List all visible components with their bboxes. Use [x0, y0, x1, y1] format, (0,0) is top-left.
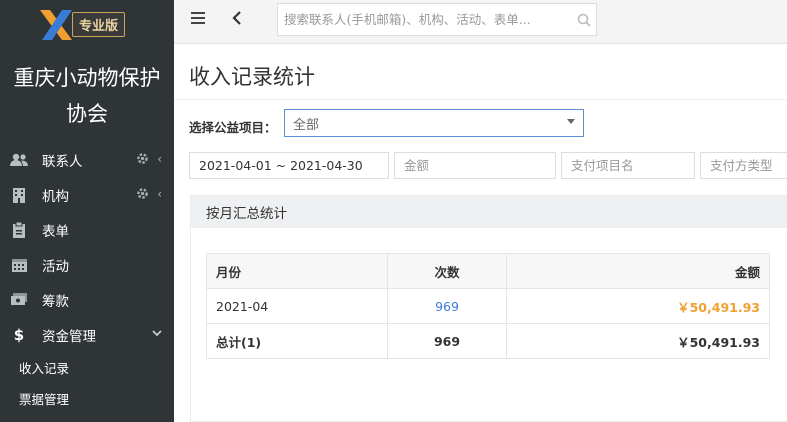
cell-total-count: 969	[387, 323, 507, 359]
gear-icon[interactable]	[136, 187, 149, 203]
project-filter-label: 选择公益项目：	[189, 120, 277, 135]
table-total-row: 总计(1) 969 ￥50,491.93	[206, 323, 770, 359]
project-select[interactable]: 全部	[284, 109, 584, 137]
dropdown-arrow-icon	[567, 119, 575, 124]
column-header-month: 月份	[206, 253, 388, 289]
chevron-left-icon[interactable]: ‹	[157, 152, 162, 168]
gear-icon[interactable]	[136, 152, 149, 168]
sidebar-item-funds[interactable]: $ 资金管理	[0, 317, 174, 352]
sidebar-item-organizations[interactable]: 机构 ‹	[0, 177, 174, 212]
cell-total-label: 总计(1)	[206, 323, 388, 359]
amount-input[interactable]	[404, 158, 555, 173]
sidebar-nav: 联系人 ‹ 机构 ‹ 表单 活动 筹款 $ 资金管理 收入记录 票据管理	[0, 142, 174, 414]
logo-x-icon	[38, 6, 74, 42]
main-content: 收入记录统计 选择公益项目： 全部 2021-04-01 ~ 2021-04-3…	[174, 45, 787, 422]
date-range-value: 2021-04-01 ~ 2021-04-30	[199, 158, 363, 173]
top-bar	[174, 0, 787, 44]
sidebar-item-forms[interactable]: 表单	[0, 212, 174, 247]
edition-badge: 专业版	[72, 11, 126, 37]
cell-month: 2021-04	[206, 288, 388, 324]
cell-amount: ￥50,491.93	[506, 288, 770, 324]
cell-total-amount: ￥50,491.93	[506, 323, 770, 359]
amount-field	[394, 152, 556, 179]
sidebar-item-label: 机构	[42, 188, 69, 205]
panel-title: 按月汇总统计	[191, 196, 787, 228]
sidebar-item-events[interactable]: 活动	[0, 247, 174, 282]
menu-icon[interactable]	[191, 12, 205, 24]
date-range-field[interactable]: 2021-04-01 ~ 2021-04-30	[189, 152, 389, 179]
chevron-left-icon[interactable]	[232, 10, 242, 29]
search-input[interactable]	[278, 4, 572, 35]
org-name: 重庆小动物保护协会	[13, 66, 161, 126]
calendar-icon	[10, 257, 28, 273]
sidebar-item-label: 活动	[42, 258, 69, 275]
summary-table: 月份 次数 金额 2021-04 969 ￥50,491.93 总计(1) 96…	[206, 253, 770, 359]
pay-item-input[interactable]	[571, 158, 694, 173]
sidebar-item-label: 资金管理	[42, 328, 96, 345]
search-icon[interactable]	[572, 13, 596, 27]
logo[interactable]: 专业版	[0, 0, 174, 48]
pay-item-field	[561, 152, 695, 179]
column-header-amount: 金额	[506, 253, 770, 289]
sidebar-item-label: 联系人	[42, 153, 83, 170]
dollar-icon: $	[13, 325, 25, 344]
contacts-icon	[10, 152, 28, 168]
money-icon	[10, 292, 28, 308]
search-box	[277, 3, 597, 36]
page-title: 收入记录统计	[189, 65, 315, 89]
monthly-summary-panel: 按月汇总统计 月份 次数 金额 2021-04 969 ￥50,491.93 总…	[190, 195, 787, 422]
clipboard-icon	[10, 221, 28, 238]
sidebar-item-contacts[interactable]: 联系人 ‹	[0, 142, 174, 177]
project-select-value: 全部	[293, 117, 320, 133]
pay-type-field	[700, 152, 787, 179]
divider	[174, 99, 787, 100]
sidebar-subitem-income-records[interactable]: 收入记录	[0, 352, 174, 383]
table-header-row: 月份 次数 金额	[206, 253, 770, 289]
building-icon	[10, 187, 28, 203]
sidebar: 专业版 重庆小动物保护协会 联系人 ‹ 机构 ‹ 表单 活动 筹款 $ 资金管理…	[0, 0, 174, 422]
sidebar-item-label: 表单	[42, 223, 69, 240]
sidebar-item-fundraising[interactable]: 筹款	[0, 282, 174, 317]
chevron-left-icon[interactable]: ‹	[157, 187, 162, 203]
table-row: 2021-04 969 ￥50,491.93	[206, 288, 770, 324]
sidebar-subitem-receipt-management[interactable]: 票据管理	[0, 383, 174, 414]
sidebar-item-label: 筹款	[42, 293, 69, 310]
chevron-down-icon[interactable]	[152, 327, 162, 341]
cell-count-link[interactable]: 969	[387, 288, 507, 324]
pay-type-input[interactable]	[710, 158, 787, 173]
column-header-count: 次数	[387, 253, 507, 289]
